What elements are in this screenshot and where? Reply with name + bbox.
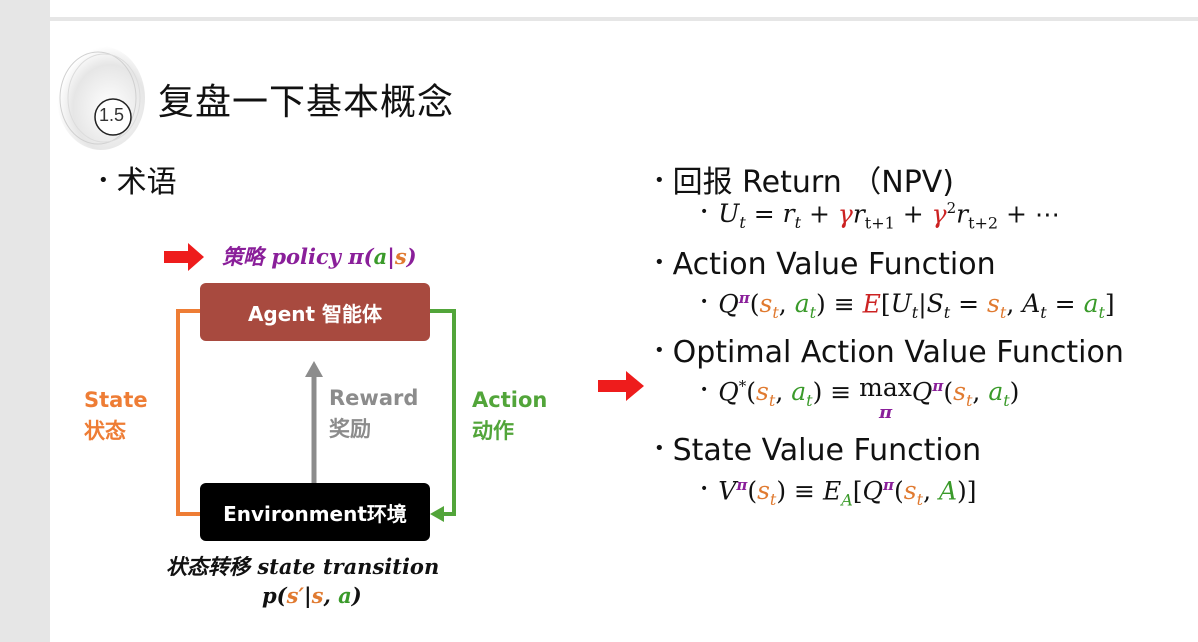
state-value-item: • State Value Function [654, 433, 981, 468]
policy-label: 策略 policy π(a|s) [222, 241, 417, 271]
optimal-value-heading: Optimal Action Value Function [672, 335, 1124, 370]
bullet-dot: • [98, 170, 109, 191]
state-value-formula: • Vπ(st) ≡ EA[Qπ(st, A)] [700, 476, 977, 510]
return-heading: 回报 Return （NPV) [672, 165, 955, 200]
return-item: • 回报 Return （NPV) [654, 157, 954, 201]
terms-heading: 术语 [116, 165, 177, 200]
previous-slide-strip [50, 0, 1198, 17]
transition-cn: 状态转移 [166, 554, 250, 579]
red-right-arrow-icon [164, 243, 204, 271]
reward-arrowhead [305, 361, 323, 377]
transition-caption: 状态转移 state transition [166, 551, 439, 581]
action-value-heading: Action Value Function [672, 247, 996, 282]
reward-label: Reward 奖励 [329, 383, 418, 445]
slide-canvas: 1.5 复盘一下基本概念 • 术语 策略 policy π(a|s) Agent … [50, 21, 1198, 642]
action-label: Action 动作 [472, 385, 547, 447]
agent-box: Agent 智能体 [200, 283, 430, 341]
policy-cn: 策略 [222, 244, 264, 269]
policy-en: policy [271, 244, 341, 269]
action-arrowhead [430, 506, 444, 522]
bullet-dot: • [654, 438, 665, 459]
red-right-arrow-icon [598, 371, 644, 401]
reward-cn: 奖励 [329, 417, 371, 441]
section-number: 1.5 [99, 105, 125, 125]
return-formula: • Ut = rt + γrt+1 + γ2rt+2 + ⋯ [700, 199, 1060, 233]
bullet-dot: • [654, 170, 665, 191]
optimal-value-formula: • Q*(st, at) ≡ max πQπ(st, at) [700, 373, 1020, 423]
sub-bullet-dot: • [700, 294, 709, 311]
bullet-dot: • [654, 252, 665, 273]
reward-en: Reward [329, 386, 419, 410]
sub-bullet-dot: • [700, 481, 709, 498]
bullet-dot: • [654, 340, 665, 361]
policy-formula: π(a|s) [348, 244, 417, 269]
state-cn: 状态 [84, 419, 126, 443]
state-label: State 状态 [84, 385, 148, 447]
section-badge: 1.5 [56, 43, 146, 153]
slide-title: 复盘一下基本概念 [158, 82, 455, 123]
environment-box: Environment环境 [200, 483, 430, 541]
circle-badge-icon [57, 46, 145, 150]
action-value-formula: • Qπ(st, at) ≡ E[Ut|St = st, At = at] [700, 289, 1115, 323]
optimal-value-item: • Optimal Action Value Function [654, 335, 1124, 370]
action-en: Action [472, 388, 548, 412]
state-value-heading: State Value Function [672, 433, 982, 468]
action-cn: 动作 [472, 419, 514, 443]
state-en: State [84, 388, 148, 412]
action-arrow [430, 309, 456, 516]
action-value-item: • Action Value Function [654, 247, 996, 282]
sub-bullet-dot: • [700, 382, 709, 399]
sub-bullet-dot: • [700, 204, 709, 221]
transition-en: state transition [257, 554, 440, 579]
left-bullet: • 术语 [98, 157, 177, 201]
transition-formula: p(s′|s, a) [262, 583, 362, 608]
